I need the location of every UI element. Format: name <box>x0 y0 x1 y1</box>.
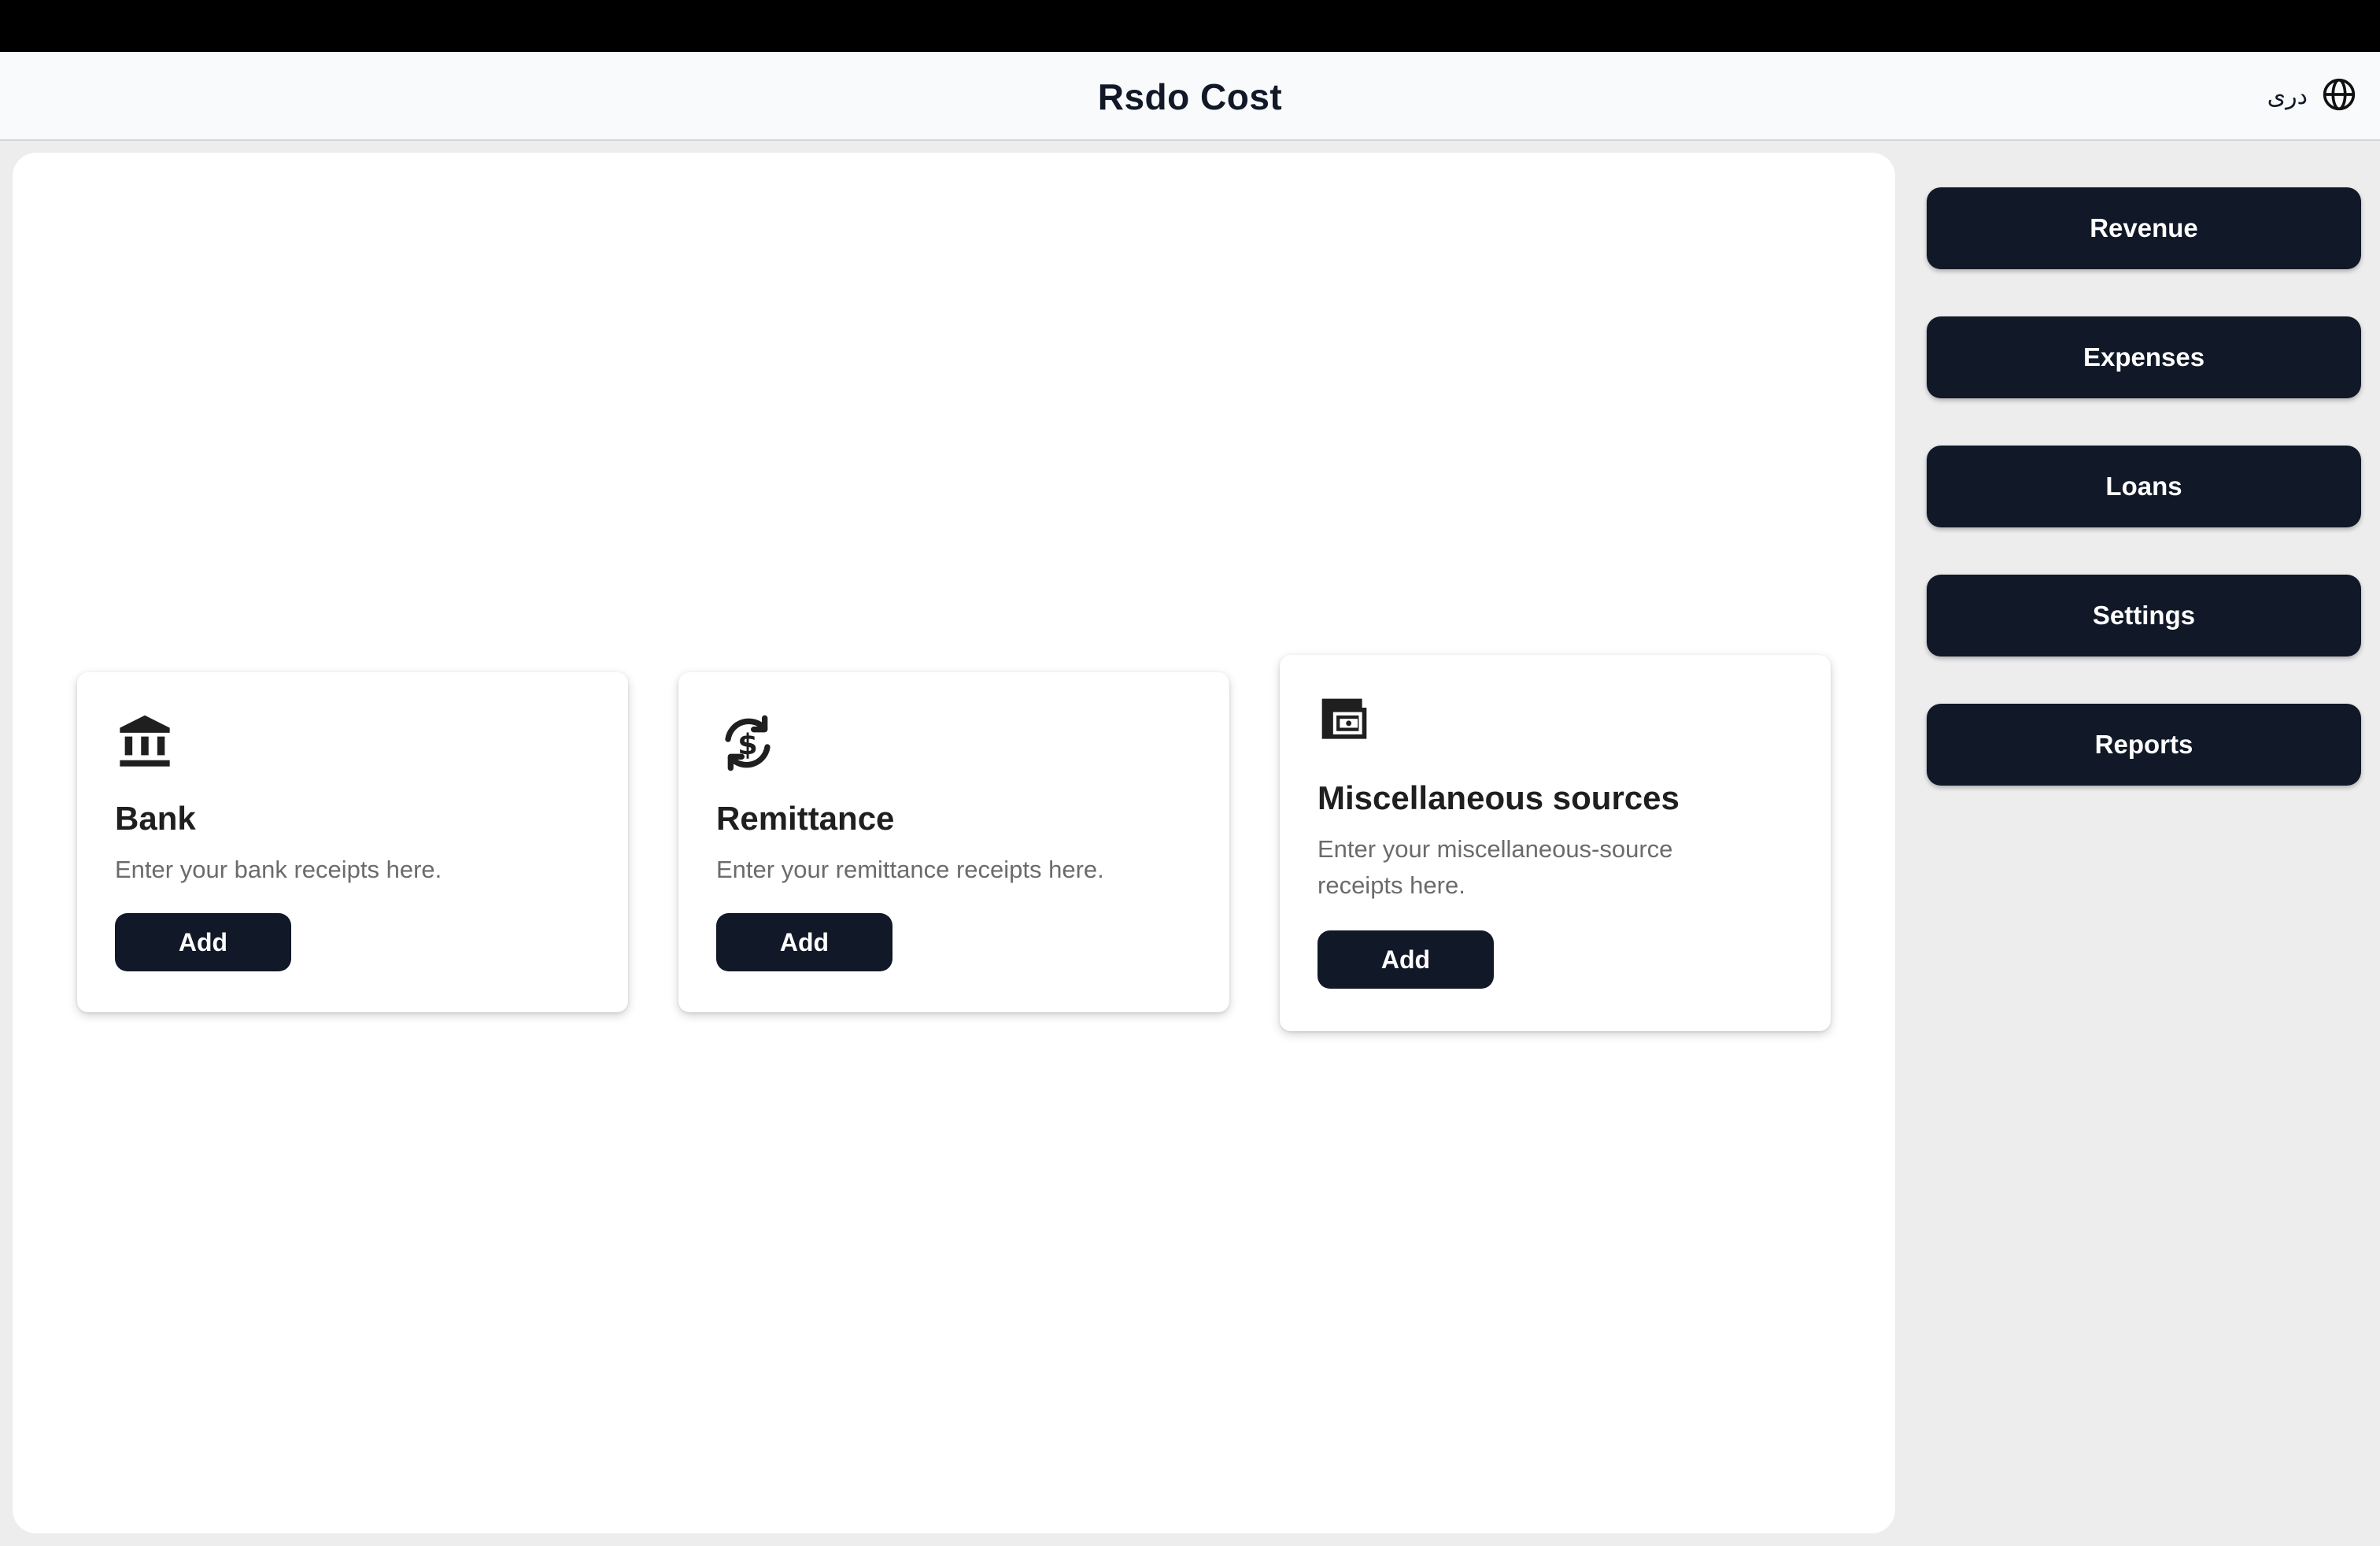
bank-card: Bank Enter your bank receipts here. Add <box>77 672 628 1012</box>
card-title: Miscellaneous sources <box>1318 779 1680 816</box>
language-label: دری <box>2267 83 2308 110</box>
bank-icon <box>115 712 175 771</box>
sidebar-item-reports[interactable]: Reports <box>1927 704 2361 786</box>
globe-icon <box>2322 77 2356 116</box>
card-description: Enter your remittance receipts here. <box>716 856 1104 883</box>
language-switcher[interactable]: دری <box>2267 52 2356 141</box>
sidebar-item-expenses[interactable]: Expenses <box>1927 316 2361 398</box>
remittance-card: $ Remittance Enter your remittance recei… <box>678 672 1229 1012</box>
sidebar-item-loans[interactable]: Loans <box>1927 446 2361 527</box>
top-system-bar <box>0 0 2380 52</box>
add-miscellaneous-button[interactable]: Add <box>1318 930 1494 989</box>
svg-text:$: $ <box>737 727 758 761</box>
add-remittance-button[interactable]: Add <box>716 913 893 971</box>
app-title: Rsdo Cost <box>1097 76 1283 117</box>
miscellaneous-card: Miscellaneous sources Enter your miscell… <box>1280 655 1831 1031</box>
card-description: Enter your miscellaneous-source receipts… <box>1318 835 1673 899</box>
card-title: Remittance <box>716 800 895 837</box>
card-title: Bank <box>115 800 196 837</box>
wallet-icon <box>1318 694 1371 748</box>
sidebar-item-settings[interactable]: Settings <box>1927 575 2361 656</box>
main-content-panel: Bank Enter your bank receipts here. Add … <box>13 153 1895 1533</box>
card-description: Enter your bank receipts here. <box>115 856 442 883</box>
app-header: Rsdo Cost دری <box>0 52 2380 141</box>
add-bank-button[interactable]: Add <box>115 913 291 971</box>
currency-exchange-icon: $ <box>716 712 779 775</box>
sidebar-item-revenue[interactable]: Revenue <box>1927 187 2361 269</box>
